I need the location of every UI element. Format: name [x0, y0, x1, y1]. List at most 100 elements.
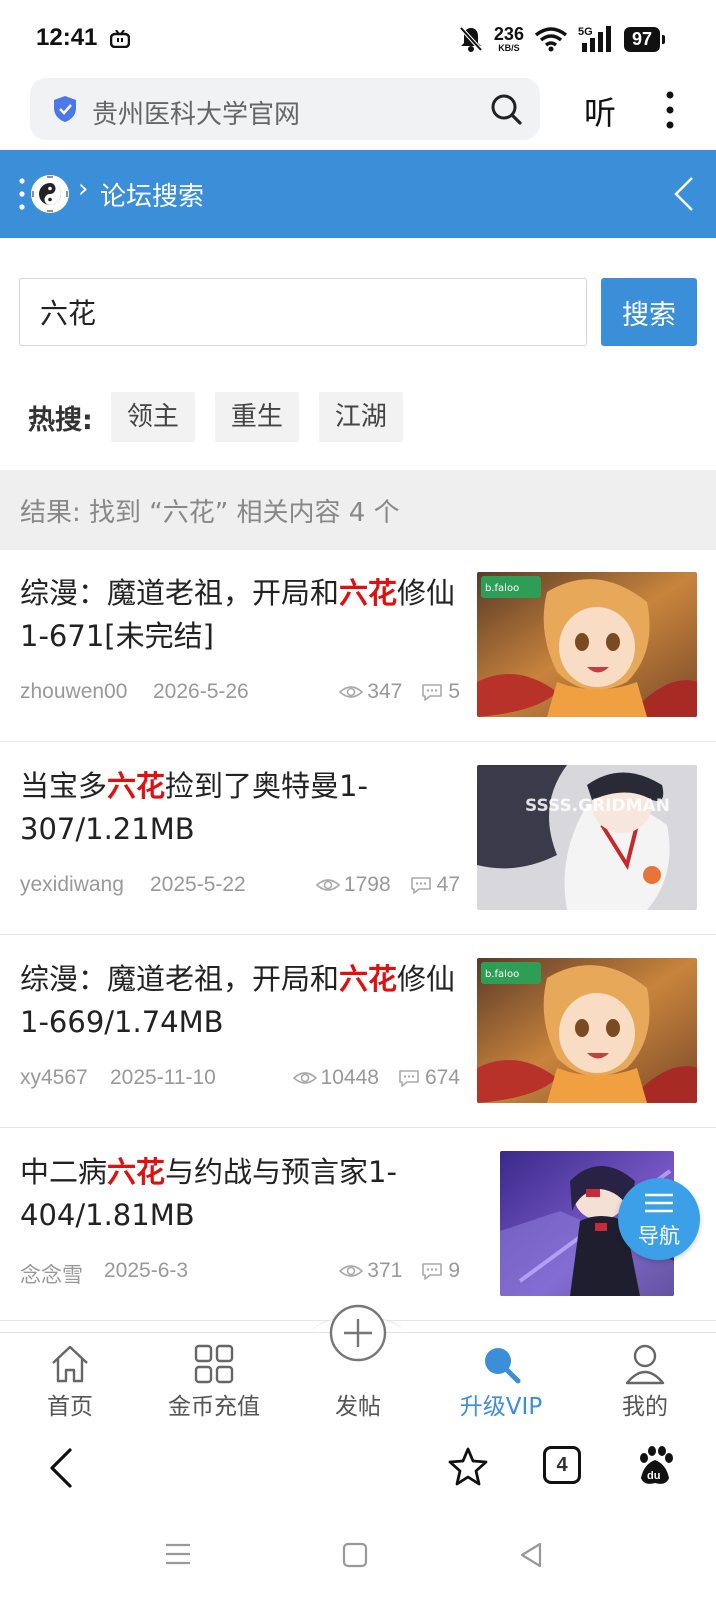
tabs-count-button[interactable]: 4: [543, 1446, 581, 1484]
5g-signal-icon: 5G: [578, 26, 611, 52]
listen-button[interactable]: 听: [584, 88, 616, 134]
author[interactable]: yexidiwang: [20, 873, 124, 897]
comment-icon: [410, 877, 431, 894]
eye-icon: [339, 1265, 364, 1277]
status-bar: 12:41 236 KB/S 5G 97: [0, 0, 716, 80]
comment-count: 5: [448, 680, 460, 703]
net-speed: 236 KB/S: [493, 24, 524, 53]
result-title[interactable]: 综漫：魔道老祖，开局和六花修仙1-671[未完结]: [20, 572, 460, 658]
comment-count: 47: [436, 873, 460, 896]
svg-text:b.faloo: b.faloo: [485, 969, 519, 980]
tab-coin-recharge[interactable]: 金币充值: [144, 1333, 284, 1427]
keyword-highlight: 六花: [339, 576, 398, 610]
tab-home[interactable]: 首页: [0, 1333, 140, 1427]
back-triangle-icon[interactable]: [518, 1542, 544, 1568]
wifi-icon: [534, 27, 568, 52]
breadcrumb-separator: ›: [78, 174, 89, 204]
comment-icon: [399, 1070, 419, 1087]
result-item[interactable]: 综漫：魔道老祖，开局和六花修仙1-671[未完结] zhouwen00 2026…: [0, 550, 716, 742]
star-icon[interactable]: [448, 1446, 488, 1486]
result-title[interactable]: 当宝多六花捡到了奥特曼1-307/1.21MB: [20, 765, 460, 851]
svg-text:du: du: [647, 1470, 660, 1482]
eye-icon: [339, 686, 364, 698]
post-date: 2025-5-22: [150, 873, 246, 896]
hot-tag[interactable]: 江湖: [318, 392, 403, 442]
post-date: 2025-6-3: [104, 1259, 189, 1282]
search-input[interactable]: [19, 278, 587, 346]
forum-header: › 论坛搜索: [0, 150, 716, 238]
eye-icon: [292, 1072, 317, 1084]
search-button[interactable]: 搜索: [601, 278, 697, 346]
svg-text:b.faloo: b.faloo: [485, 583, 519, 594]
result-summary: 结果: 找到 “六花” 相关内容 4 个: [20, 498, 400, 528]
keyword-highlight: 六花: [107, 1155, 166, 1189]
tab-new-post[interactable]: 发帖: [288, 1304, 428, 1427]
post-date: 2026-5-26: [153, 680, 249, 703]
result-meta: xy4567 2025-11-10 10448 674: [20, 1066, 460, 1096]
author[interactable]: zhouwen00: [20, 680, 127, 704]
hot-tag[interactable]: 重生: [214, 392, 299, 442]
status-time: 12:41: [36, 24, 98, 51]
comment-icon: [422, 684, 443, 701]
chevron-left-icon[interactable]: [672, 176, 696, 212]
grid-icon: [194, 1344, 234, 1384]
battery-icon: 97: [623, 26, 666, 52]
view-count: 1798: [343, 873, 391, 896]
user-icon: [625, 1344, 665, 1385]
browser-address-bar: 贵州医科大学官网 听: [0, 78, 716, 144]
system-nav-bar: [0, 1512, 716, 1600]
home-icon: [52, 1345, 88, 1383]
baidu-paw-icon[interactable]: du: [636, 1446, 674, 1486]
tab-upgrade-vip[interactable]: 升级VIP: [431, 1333, 571, 1427]
view-count: 10448: [320, 1066, 379, 1089]
author[interactable]: 念念雪: [20, 1259, 83, 1289]
tab-mine[interactable]: 我的: [575, 1333, 715, 1427]
keyword-highlight: 六花: [107, 769, 166, 803]
page-title: 论坛搜索: [100, 182, 205, 212]
taiji-logo-icon[interactable]: [18, 172, 72, 216]
menu-icon: [645, 1193, 673, 1213]
shield-icon: [54, 96, 76, 122]
hot-search-label: 热搜:: [28, 404, 93, 436]
author[interactable]: xy4567: [20, 1066, 88, 1090]
tv-icon: [110, 30, 130, 48]
back-arrow-icon[interactable]: [46, 1446, 76, 1490]
result-meta: yexidiwang 2025-5-22 1798 47: [20, 873, 460, 903]
result-title[interactable]: 中二病六花与约战与预言家1-404/1.81MB: [20, 1151, 460, 1237]
browser-toolbar: 4 du: [0, 1426, 716, 1512]
more-menu-icon[interactable]: [664, 90, 676, 130]
comment-count: 674: [424, 1066, 460, 1089]
status-icons: 236 KB/S 5G 97: [458, 22, 666, 56]
view-count: 371: [367, 1259, 403, 1282]
keyword-highlight: 六花: [339, 962, 398, 996]
result-summary-bar: 结果: 找到 “六花” 相关内容 4 个: [0, 470, 716, 550]
bottom-tab-bar: 首页 金币充值 发帖 升级VIP 我的: [0, 1304, 716, 1427]
result-thumbnail[interactable]: SSSS.GRIDMAN: [477, 765, 697, 910]
search-icon[interactable]: [490, 93, 522, 125]
eye-icon: [315, 879, 340, 891]
url-text: 贵州医科大学官网: [92, 100, 301, 130]
nav-fab-button[interactable]: 导航: [618, 1178, 700, 1260]
search-icon: [485, 1348, 521, 1384]
result-item[interactable]: 综漫：魔道老祖，开局和六花修仙1-669/1.74MB xy4567 2025-…: [0, 936, 716, 1128]
comment-count: 9: [448, 1259, 460, 1282]
plus-circle-icon: [329, 1304, 387, 1362]
result-title[interactable]: 综漫：魔道老祖，开局和六花修仙1-669/1.74MB: [20, 958, 460, 1044]
result-item[interactable]: 中二病六花与约战与预言家1-404/1.81MB 念念雪 2025-6-3 37…: [0, 1129, 716, 1321]
nav-fab-label: 导航: [638, 1224, 680, 1248]
url-field[interactable]: 贵州医科大学官网: [30, 78, 540, 140]
hot-tag[interactable]: 领主: [110, 392, 195, 442]
result-meta: zhouwen00 2026-5-26 347 5: [20, 680, 460, 710]
svg-text:5G: 5G: [578, 26, 593, 38]
hot-search-row: 热搜: 领主 重生 江湖: [28, 392, 423, 442]
result-meta: 念念雪 2025-6-3 371 9: [20, 1259, 460, 1289]
result-thumbnail[interactable]: b.faloo: [477, 572, 697, 717]
result-item[interactable]: 当宝多六花捡到了奥特曼1-307/1.21MB yexidiwang 2025-…: [0, 743, 716, 935]
mute-bell-icon: [459, 26, 483, 52]
result-thumbnail[interactable]: b.faloo: [477, 958, 697, 1103]
post-date: 2025-11-10: [110, 1066, 216, 1089]
recent-apps-icon[interactable]: [164, 1542, 192, 1566]
view-count: 347: [367, 680, 403, 703]
thumbnail-caption: SSSS.GRIDMAN: [525, 796, 670, 816]
home-square-icon[interactable]: [342, 1542, 368, 1568]
